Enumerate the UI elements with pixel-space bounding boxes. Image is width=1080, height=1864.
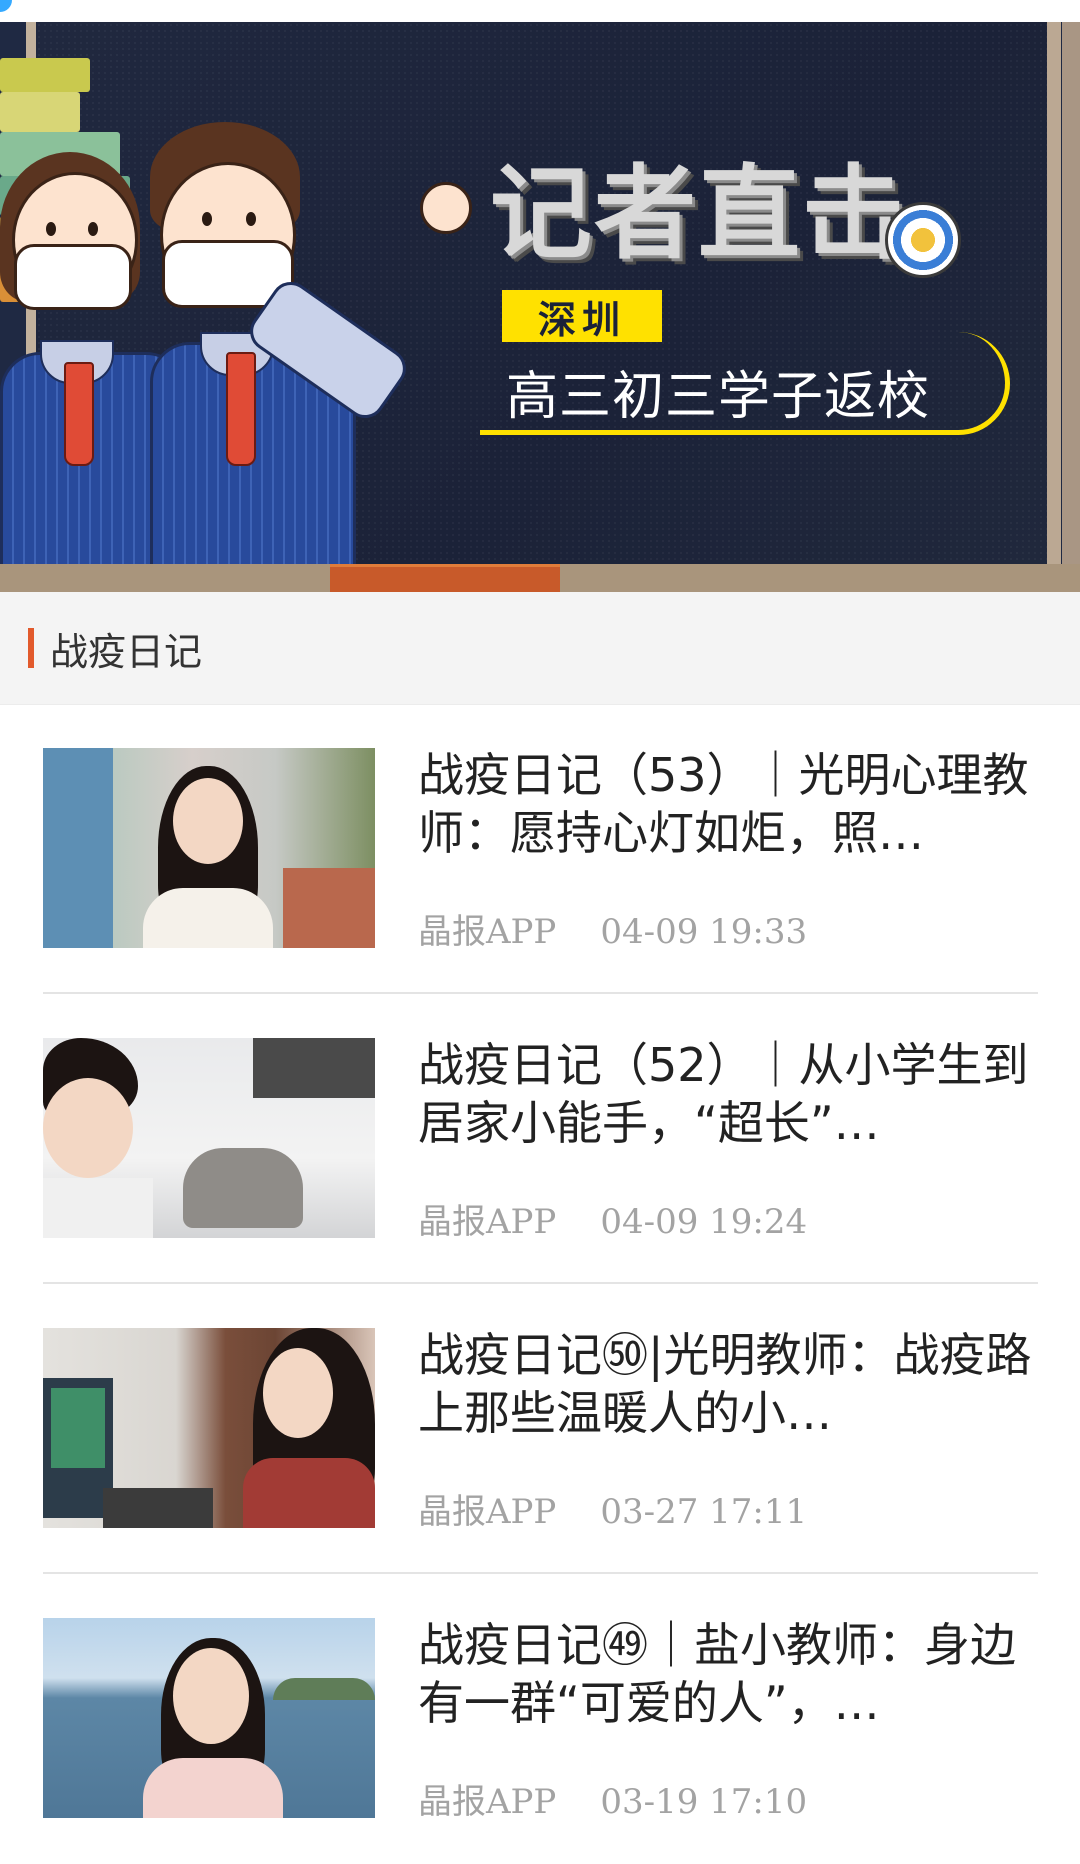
list-item[interactable]: 战疫日记（53）｜光明心理教师：愿持心灯如炬，照… 晶报APP 04-09 19:… bbox=[0, 704, 1080, 994]
boy-illustration bbox=[140, 122, 480, 588]
location-tag-text: 深圳 bbox=[537, 297, 626, 342]
section-title: 战疫日记 bbox=[50, 630, 203, 674]
article-time: 17:11 bbox=[709, 1492, 808, 1532]
article-thumbnail[interactable] bbox=[43, 748, 375, 948]
list-item[interactable]: 战疫日记㊾｜盐小教师：身边有一群“可爱的人”，… 晶报APP 03-19 17:1… bbox=[0, 1574, 1080, 1864]
article-title[interactable]: 战疫日记㊿|光明教师：战疫路上那些温暖人的小… bbox=[418, 1326, 1038, 1442]
list-item[interactable]: 战疫日记（52）｜从小学生到居家小能手，“超长”… 晶报APP 04-09 19:… bbox=[0, 994, 1080, 1284]
article-date: 04-09 bbox=[600, 1202, 699, 1242]
article-thumbnail[interactable] bbox=[43, 1328, 375, 1528]
article-source: 晶报APP bbox=[418, 912, 557, 952]
article-meta: 晶报APP 04-09 19:24 bbox=[418, 1194, 807, 1243]
article-date: 03-27 bbox=[600, 1492, 699, 1532]
list-item[interactable]: 战疫日记㊿|光明教师：战疫路上那些温暖人的小… 晶报APP 03-27 17:11 bbox=[0, 1284, 1080, 1574]
section-header: 战疫日记 bbox=[0, 592, 1080, 705]
article-title[interactable]: 战疫日记（52）｜从小学生到居家小能手，“超长”… bbox=[418, 1036, 1038, 1152]
chalk-rail bbox=[0, 564, 1080, 592]
article-source: 晶报APP bbox=[418, 1782, 557, 1822]
banner-image[interactable]: 记者直击 深圳 高三初三学子返校 bbox=[0, 22, 1080, 592]
article-title[interactable]: 战疫日记㊾｜盐小教师：身边有一群“可爱的人”，… bbox=[418, 1616, 1038, 1732]
banner-title: 记者直击 bbox=[490, 154, 906, 274]
article-date: 04-09 bbox=[600, 912, 699, 952]
article-time: 19:33 bbox=[709, 912, 808, 952]
article-thumbnail[interactable] bbox=[43, 1038, 375, 1238]
article-date: 03-19 bbox=[600, 1782, 699, 1822]
article-source: 晶报APP bbox=[418, 1202, 557, 1242]
article-time: 19:24 bbox=[709, 1202, 808, 1242]
status-strip bbox=[0, 0, 1080, 22]
article-source: 晶报APP bbox=[418, 1492, 557, 1532]
article-meta: 晶报APP 04-09 19:33 bbox=[418, 904, 807, 953]
section-accent-bar bbox=[28, 628, 34, 668]
article-time: 17:10 bbox=[709, 1782, 808, 1822]
article-title[interactable]: 战疫日记（53）｜光明心理教师：愿持心灯如炬，照… bbox=[418, 746, 1038, 862]
status-dot bbox=[0, 0, 12, 12]
banner-subtitle: 高三初三学子返校 bbox=[506, 367, 931, 427]
target-icon bbox=[885, 202, 961, 278]
location-tag: 深圳 bbox=[502, 290, 662, 342]
article-meta: 晶报APP 03-27 17:11 bbox=[418, 1484, 807, 1533]
banner-title-block: 记者直击 深圳 高三初三学子返校 bbox=[480, 132, 1040, 452]
article-meta: 晶报APP 03-19 17:10 bbox=[418, 1774, 807, 1823]
article-thumbnail[interactable] bbox=[43, 1618, 375, 1818]
board-edge bbox=[1062, 22, 1080, 592]
